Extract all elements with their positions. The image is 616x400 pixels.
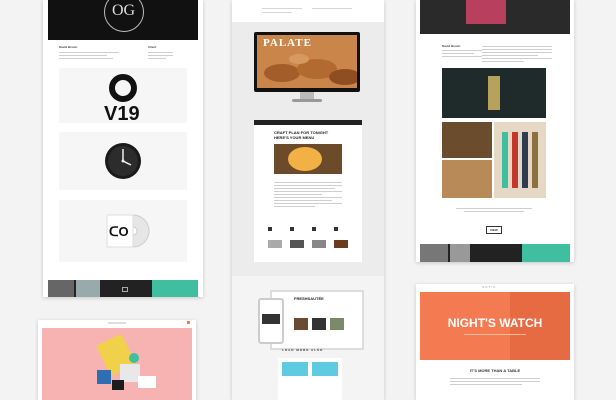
clock-icon [105, 143, 141, 179]
ov19-graphic: V19 [104, 74, 140, 125]
tablet-mockup: FRESHSAUTÉE [270, 290, 364, 350]
subtitle: IT'S MORE THAN A TABLE [469, 368, 521, 373]
share-icons[interactable] [268, 227, 348, 235]
template-preview-photography[interactable]: David Brown VIEW [416, 0, 574, 262]
logo-text: OG [112, 2, 136, 19]
svg-text:V19: V19 [104, 103, 140, 123]
client-text [148, 50, 173, 61]
top-nav [38, 320, 196, 326]
photo-hallway[interactable] [442, 68, 546, 118]
template-preview-portfolio[interactable]: OG David Brown Client V19 ᑕO [43, 0, 203, 297]
product-illustration [97, 334, 156, 390]
template-preview-product[interactable] [38, 320, 196, 400]
top-nav: NOTIC [416, 284, 574, 290]
author-label: David Brown [59, 45, 78, 49]
footer-teal-block [152, 280, 198, 297]
pink-hero [42, 328, 192, 400]
disc-graphic: ᑕO [106, 214, 150, 248]
header-banner: OG [48, 0, 198, 40]
template-preview-restaurant[interactable]: PALATE CRAFT PLAN FOR TONIGHT HERE'S YOU… [232, 0, 384, 400]
view-button[interactable]: VIEW [486, 226, 502, 234]
related-thumbs[interactable] [268, 240, 352, 250]
photo-grid [442, 122, 546, 198]
project-image-2[interactable] [59, 132, 187, 190]
hero-title: NIGHT'S WATCH [447, 316, 543, 330]
svg-text:ᑕO: ᑕO [109, 224, 129, 239]
nav-label: NOTIC [482, 285, 497, 289]
load-more-button[interactable]: LOAD MORE ALSO [282, 348, 323, 352]
author-text [59, 50, 119, 61]
project-image-1[interactable]: V19 [59, 68, 187, 125]
app-title: FRESHSAUTÉE [294, 296, 324, 301]
template-preview-nights-watch[interactable]: NOTIC NIGHT'S WATCH IT'S MORE THAN A TAB… [416, 284, 574, 400]
client-label: Client [148, 45, 157, 49]
phone-mockup [258, 298, 284, 344]
header-artwork [466, 0, 506, 24]
project-image-3[interactable]: ᑕO [59, 200, 187, 262]
devices-section: FRESHSAUTÉE LOAD MORE ALSO [232, 276, 384, 400]
article-body [274, 180, 342, 209]
footer-teal-block [522, 244, 570, 262]
article-title: CRAFT PLAN FOR TONIGHT HERE'S YOUR MENU [274, 130, 329, 140]
article-card[interactable]: CRAFT PLAN FOR TONIGHT HERE'S YOUR MENU [254, 120, 362, 262]
footer-strip [48, 280, 198, 297]
orange-hero: NIGHT'S WATCH [420, 292, 570, 360]
monitor-mockup: PALATE [254, 32, 362, 102]
footer-strip [420, 244, 570, 262]
monitor-screen: PALATE [257, 35, 357, 88]
dark-header [420, 0, 570, 34]
pie-image [274, 144, 342, 174]
